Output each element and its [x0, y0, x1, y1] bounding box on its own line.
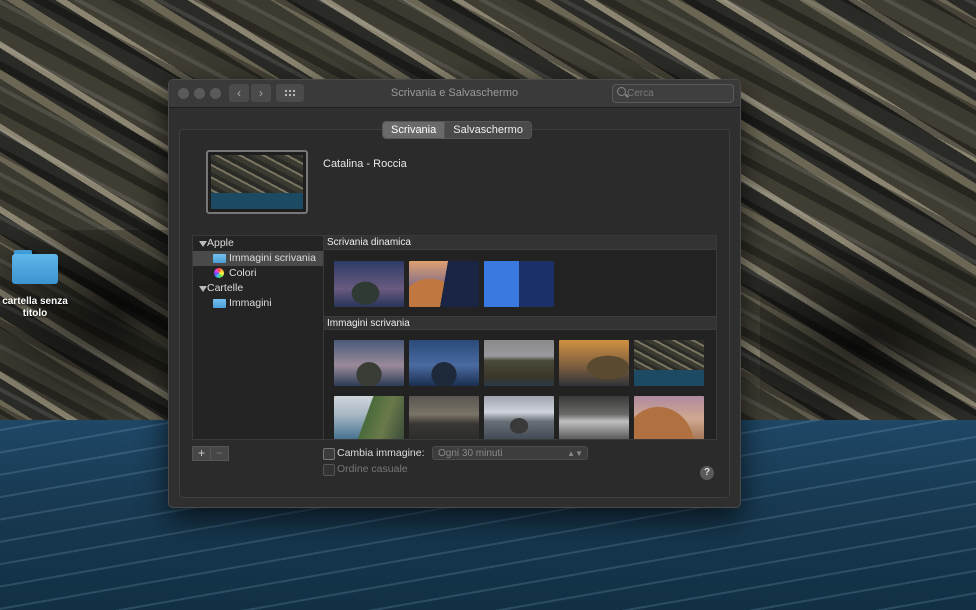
preferences-window: ‹ › Scrivania e Salvaschermo Scrivania S… — [168, 79, 741, 508]
remove-folder-button[interactable]: − — [210, 446, 229, 461]
search-field[interactable] — [612, 84, 734, 103]
tab-bar: Scrivania Salvaschermo — [382, 121, 532, 139]
wallpaper-browser: Scrivania dinamica Immagini scrivania — [323, 235, 717, 440]
change-picture-label: Cambia immagine: — [337, 447, 425, 459]
chevron-updown-icon: ▲▼ — [567, 449, 583, 458]
folder-icon — [213, 299, 226, 308]
section-header-images: Immagini scrivania — [324, 316, 716, 330]
wallpaper-thumb-solar-gradient[interactable] — [484, 261, 554, 307]
disclosure-triangle-icon[interactable] — [199, 241, 207, 247]
change-picture-checkbox[interactable] — [323, 448, 335, 460]
help-button[interactable]: ? — [700, 466, 714, 480]
wallpaper-thumb-catalina-clouds[interactable] — [484, 396, 554, 439]
section-header-dynamic: Scrivania dinamica — [324, 236, 716, 250]
sidebar-item-immagini-scrivania[interactable]: Immagini scrivania — [193, 251, 323, 266]
random-order-checkbox[interactable] — [323, 464, 335, 476]
sidebar-group-label: Apple — [207, 237, 234, 249]
add-folder-button[interactable]: + — [192, 446, 211, 461]
sidebar-group-cartelle[interactable]: Cartelle — [193, 281, 323, 296]
wallpaper-thumb-catalina-night[interactable] — [334, 261, 404, 307]
disclosure-triangle-icon[interactable] — [199, 286, 207, 292]
sidebar-item-label: Immagini — [229, 297, 272, 309]
random-order-label: Ordine casuale — [337, 463, 408, 475]
preview-image — [211, 155, 303, 209]
desktop-folder-label: cartella senza titolo — [2, 296, 68, 319]
sidebar-item-colori[interactable]: Colori — [193, 266, 323, 281]
desktop-folder[interactable]: cartella senza titolo — [0, 250, 70, 320]
tab-salvaschermo[interactable]: Salvaschermo — [444, 122, 531, 138]
color-wheel-icon — [214, 268, 224, 278]
wallpaper-thumb-catalina-mist[interactable] — [559, 396, 629, 439]
sidebar-group-apple[interactable]: Apple — [193, 236, 323, 251]
sidebar-item-label: Immagini scrivania — [229, 252, 316, 264]
sidebar-item-immagini[interactable]: Immagini — [193, 296, 323, 311]
sidebar-group-label: Cartelle — [207, 282, 244, 294]
wallpaper-thumb-catalina-coast[interactable] — [484, 340, 554, 386]
wallpaper-thumb-catalina-blue[interactable] — [409, 340, 479, 386]
wallpaper-thumb-mojave-day[interactable] — [634, 396, 704, 439]
folder-icon — [213, 254, 226, 263]
title-bar: ‹ › Scrivania e Salvaschermo — [169, 80, 740, 108]
current-wallpaper-name: Catalina - Roccia — [323, 158, 407, 170]
current-wallpaper-preview — [206, 150, 308, 214]
wallpaper-thumb-catalina-evening[interactable] — [409, 396, 479, 439]
sidebar-item-label: Colori — [229, 267, 257, 279]
tab-scrivania[interactable]: Scrivania — [383, 122, 445, 138]
wallpaper-shadow-right — [760, 240, 976, 440]
search-input[interactable] — [627, 86, 727, 100]
folder-icon — [12, 250, 58, 284]
wallpaper-thumb-catalina-sunset[interactable] — [559, 340, 629, 386]
wallpaper-thumb-catalina-dusk[interactable] — [334, 340, 404, 386]
wallpaper-thumb-catalina-cliffs[interactable] — [334, 396, 404, 439]
interval-value: Ogni 30 minuti — [438, 448, 503, 459]
source-list: Apple Immagini scrivania Colori Cartelle… — [192, 235, 324, 440]
wallpaper-thumb-mojave-dunes[interactable] — [409, 261, 479, 307]
search-icon — [617, 87, 626, 96]
wallpaper-thumb-catalina-rock[interactable] — [634, 340, 704, 386]
interval-popup[interactable]: Ogni 30 minuti ▲▼ — [432, 446, 588, 460]
